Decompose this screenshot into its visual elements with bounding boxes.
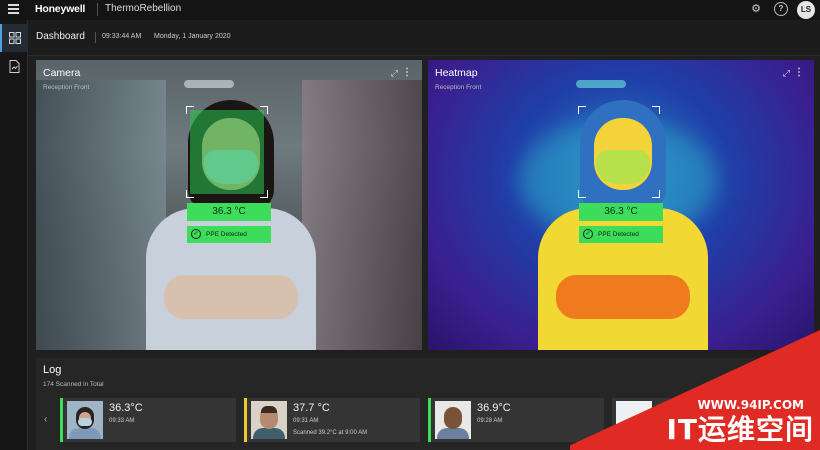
top-bar: Honeywell ThermoRebellion ⚙ ? LS: [0, 0, 820, 20]
check-circle-icon: ✓: [191, 229, 201, 239]
watermark: WWW.94IP.COM IT运维空间: [570, 330, 820, 450]
report-document-icon: [9, 59, 19, 73]
rail-item-dashboard[interactable]: [0, 24, 28, 52]
ppe-label: PPE Detected: [206, 231, 247, 238]
log-temperature: 37.7 °C: [293, 402, 330, 414]
face-detection-box: [186, 106, 268, 198]
chevron-left-icon[interactable]: ‹: [44, 414, 47, 425]
brand-divider: [97, 3, 98, 16]
brand-logo: Honeywell: [35, 3, 86, 15]
log-temperature: 36.9°C: [477, 402, 511, 414]
person-photo: [435, 401, 471, 439]
person-photo: [67, 401, 103, 439]
log-time: 09:33 AM: [109, 418, 135, 424]
ppe-badge: ✓ PPE Detected: [579, 226, 663, 243]
log-time: 09:28 AM: [477, 418, 503, 424]
log-temperature: 36.3°C: [109, 402, 143, 414]
person-photo: [251, 401, 287, 439]
more-vertical-icon[interactable]: ⋮: [794, 67, 804, 78]
page-title: Dashboard: [36, 31, 85, 42]
hamburger-icon[interactable]: [8, 4, 19, 14]
heatmap-location: Reception Front: [435, 84, 482, 91]
avatar[interactable]: LS: [797, 1, 815, 19]
camera-panel: Camera Reception Front ⤢ ⋮ 36.3 °C ✓ PPE …: [36, 60, 422, 350]
camera-title: Camera: [43, 67, 81, 79]
check-circle-icon: ✓: [583, 229, 593, 239]
log-summary: 174 Scanned in Total: [43, 381, 104, 388]
app-name: ThermoRebellion: [105, 3, 182, 14]
current-date: Monday, 1 January 2020: [154, 33, 231, 40]
expand-icon[interactable]: ⤢: [391, 68, 398, 79]
heatmap-panel: Heatmap Reception Front ⤢ ⋮ 36.3 °C ✓ PPE…: [428, 60, 814, 350]
camera-location: Reception Front: [43, 84, 90, 91]
current-time: 09:33:44 AM: [102, 33, 142, 40]
side-rail: [0, 20, 28, 450]
header-divider: [95, 32, 96, 43]
question-icon[interactable]: ?: [774, 2, 788, 16]
log-entry[interactable]: 37.7 °C 09:31 AM Scanned 39.2°C at 9:00 …: [244, 398, 420, 442]
log-note: Scanned 39.2°C at 9:00 AM: [293, 430, 368, 436]
gear-icon[interactable]: ⚙: [749, 2, 763, 16]
rail-item-reports[interactable]: [0, 52, 28, 80]
temperature-badge: 36.3 °C: [187, 203, 271, 221]
ppe-label: PPE Detected: [598, 231, 639, 238]
log-title: Log: [43, 364, 62, 376]
more-vertical-icon[interactable]: ⋮: [402, 67, 412, 78]
log-time: 09:31 AM: [293, 418, 319, 424]
temperature-badge: 36.3 °C: [579, 203, 663, 221]
watermark-text: IT运维空间: [666, 413, 814, 446]
ppe-badge: ✓ PPE Detected: [187, 226, 271, 243]
dashboard-header: Dashboard 09:33:44 AM Monday, 1 January …: [28, 20, 820, 56]
expand-icon[interactable]: ⤢: [783, 68, 790, 79]
log-entry[interactable]: 36.3°C 09:33 AM: [60, 398, 236, 442]
face-detection-box: [578, 106, 660, 198]
dashboard-grid-icon: [9, 32, 21, 44]
heatmap-title: Heatmap: [435, 67, 478, 79]
